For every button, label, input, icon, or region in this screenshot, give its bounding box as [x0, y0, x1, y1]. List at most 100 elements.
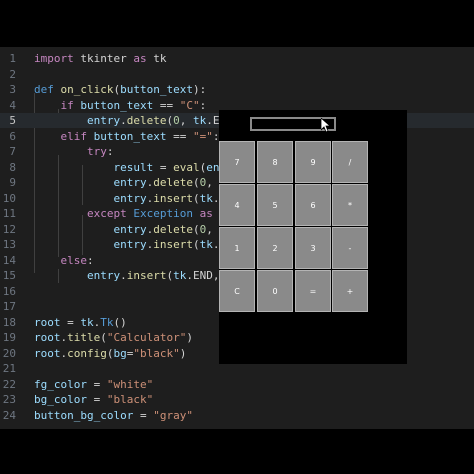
calc-button[interactable]: 4: [219, 184, 255, 226]
code-token: tkinter: [73, 52, 134, 65]
line-number: 4: [9, 98, 16, 112]
code-token: if: [60, 98, 74, 112]
calc-button[interactable]: +: [332, 270, 368, 312]
code-line[interactable]: 3 def on_click(button_text):: [0, 82, 474, 97]
code-text: button_bg_color = "gray": [34, 408, 193, 423]
code-token: insert: [126, 269, 167, 282]
code-token: else: [60, 253, 88, 267]
calc-button[interactable]: /: [332, 141, 368, 183]
code-token: eval: [173, 160, 200, 174]
code-line[interactable]: 1 import tkinter as tk: [0, 51, 474, 66]
calc-button[interactable]: 9: [295, 141, 331, 183]
code-token: as: [199, 207, 213, 220]
calc-button[interactable]: 8: [257, 141, 293, 183]
code-token: title: [67, 331, 101, 344]
code-token: ): [179, 346, 187, 360]
code-token: delete: [153, 176, 193, 189]
calc-button[interactable]: 1: [219, 227, 255, 269]
code-text: bg_color = "black": [34, 392, 153, 407]
line-number: 15: [2, 269, 16, 282]
line-number: 24: [2, 408, 16, 422]
code-token: entry: [86, 269, 121, 282]
code-line[interactable]: 23 bg_color = "black": [0, 392, 474, 407]
code-token: config: [67, 346, 107, 360]
code-token: elif: [60, 129, 88, 143]
code-token: root: [34, 346, 61, 360]
code-token: (: [100, 331, 107, 344]
code-token: :: [106, 145, 114, 158]
code-token: delete: [153, 222, 193, 236]
code-token: 0: [173, 114, 180, 127]
code-token: entry: [113, 191, 147, 205]
code-token: "gray": [153, 408, 193, 422]
code-token: .: [120, 114, 127, 127]
calc-button[interactable]: 5: [257, 184, 293, 226]
line-number: 2: [9, 67, 16, 81]
code-text: except Exception as e: [34, 206, 226, 221]
code-token: ,: [179, 114, 193, 127]
calc-button[interactable]: 2: [257, 227, 293, 269]
line-number: 5: [9, 114, 16, 127]
code-token: entry: [113, 176, 147, 189]
code-line[interactable]: 22 fg_color = "white": [0, 377, 474, 392]
code-token: "=": [192, 129, 213, 143]
code-token: (): [113, 315, 127, 329]
code-token: tk: [199, 238, 213, 251]
code-token: tk: [192, 114, 207, 127]
calc-button[interactable]: -: [332, 227, 368, 269]
code-text: root.title("Calculator"): [34, 330, 193, 345]
line-number: 22: [2, 377, 16, 391]
calc-button[interactable]: =: [295, 270, 331, 312]
calc-button[interactable]: *: [332, 184, 368, 226]
code-token: Tk: [100, 315, 114, 329]
code-token: root: [34, 331, 61, 344]
line-number: 16: [2, 284, 16, 298]
line-number: 18: [2, 315, 16, 329]
code-token: (: [192, 238, 200, 251]
code-line[interactable]: 24 button_bg_color = "gray": [0, 408, 474, 423]
code-token: ): [186, 331, 193, 344]
code-token: :: [199, 98, 207, 112]
calc-button[interactable]: 0: [257, 270, 293, 312]
line-number: 19: [2, 331, 16, 344]
code-token: (: [192, 222, 200, 236]
calc-button[interactable]: 7: [219, 141, 255, 183]
line-number: 20: [2, 346, 16, 360]
code-text: import tkinter as tk: [34, 51, 166, 66]
code-token: .: [120, 269, 127, 282]
calc-button[interactable]: 6: [295, 184, 331, 226]
code-token: Exception: [133, 207, 193, 220]
code-text: entry.insert(tk.EN: [34, 191, 232, 206]
calc-button[interactable]: 3: [295, 227, 331, 269]
line-number: 21: [2, 362, 16, 375]
code-token: "black": [133, 346, 180, 360]
code-token: result: [113, 160, 154, 174]
calc-button[interactable]: C: [219, 270, 255, 312]
code-token: button_bg_color: [34, 408, 134, 422]
line-number: 11: [2, 207, 16, 220]
code-token: tk: [173, 269, 187, 282]
code-token: on_click: [60, 83, 114, 96]
code-text: entry.delete(0, t: [34, 222, 226, 237]
code-line[interactable]: 2: [0, 67, 474, 82]
code-token: except: [86, 207, 127, 220]
code-text: root = tk.Tk(): [34, 315, 127, 330]
code-token: "Calculator": [106, 331, 187, 344]
line-number: 23: [2, 393, 16, 406]
line-number: 17: [2, 300, 16, 313]
code-token: (: [192, 176, 200, 189]
code-token: ,: [206, 176, 220, 189]
code-token: as: [133, 52, 147, 65]
code-token: =: [86, 377, 107, 391]
code-token: button_text: [80, 98, 154, 112]
code-token: entry: [113, 238, 147, 251]
code-text: fg_color = "white": [34, 377, 153, 392]
code-text: entry.delete(0, t: [34, 175, 226, 190]
